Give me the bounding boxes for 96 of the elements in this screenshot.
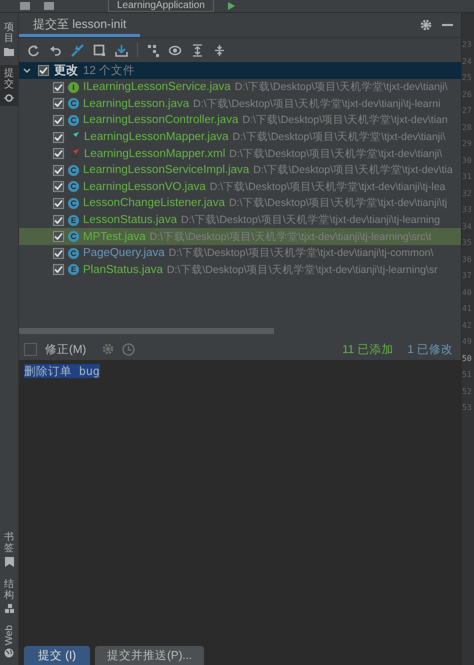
run-config-dropdown[interactable]: LearningApplication <box>108 0 214 12</box>
file-count: 12 个文件 <box>83 64 135 78</box>
expand-all-icon[interactable] <box>191 44 204 56</box>
run-icon[interactable] <box>228 2 235 10</box>
file-path: D:\下载\Desktop\项目\天机学堂\tjxt-dev\tianji\tj-learni <box>193 96 440 111</box>
enum-icon: E <box>68 214 79 226</box>
checkbox[interactable] <box>24 342 37 356</box>
file-row[interactable]: E PlanStatus.java D:\下载\Desktop\项目\天机学堂\tjxt-dev\tianji\tj-learning\sr <box>19 262 461 278</box>
checkbox[interactable] <box>53 98 64 110</box>
file-name[interactable]: PlanStatus.java <box>83 264 163 276</box>
commit-button[interactable]: 提交 (I) <box>24 646 90 665</box>
checkbox[interactable] <box>53 264 64 276</box>
side-tab[interactable]: 结构 <box>0 576 18 616</box>
file-path: D:\下载\Desktop\项目\天机学堂\tjxt-dev\tianji\tj-lea <box>210 180 446 194</box>
file-name[interactable]: LearningLessonController.java <box>83 114 238 126</box>
checkbox[interactable] <box>53 132 64 143</box>
file-path: D:\下载\Desktop\项目\天机学堂\tjxt-dev\tianji\tj-learning\sr <box>166 262 438 277</box>
class-icon: C <box>68 181 79 192</box>
file-name[interactable]: LearningLessonMapper.xml <box>84 148 226 160</box>
interface-icon: I <box>68 82 79 93</box>
square-icon[interactable] <box>93 44 106 56</box>
file-name[interactable]: LessonStatus.java <box>83 214 177 226</box>
class-icon: C <box>68 164 79 176</box>
settings-icon[interactable] <box>420 19 432 31</box>
file-row[interactable]: C MPTest.java D:\下载\Desktop\项目\天机学堂\tjxt-dev\tianji\tj-learning\src\t <box>19 228 461 245</box>
group-label: 更改 <box>54 62 78 79</box>
side-tab[interactable]: 书签 <box>0 528 18 570</box>
file-path: D:\下载\Desktop\项目\天机学堂\tjxt-dev\tianji\ <box>229 146 442 161</box>
class-icon: C <box>68 248 79 259</box>
enum-icon: E <box>68 264 79 276</box>
download-icon[interactable] <box>115 44 128 56</box>
file-row[interactable]: C LearningLesson.java D:\下载\Desktop\项目\天机学堂\tjxt-dev\tianji\tj-learni <box>19 96 461 112</box>
side-tab[interactable]: Web <box>0 622 18 661</box>
scrollbar[interactable] <box>19 328 274 334</box>
file-row[interactable]: C LearningLessonServiceImpl.java D:\下载\Desktop\项目\天机学堂\tjxt-dev\tia <box>19 162 461 179</box>
file-name[interactable]: LearningLessonMapper.java <box>84 131 228 144</box>
class-icon: C <box>68 114 79 126</box>
file-name[interactable]: LearningLessonVO.java <box>83 180 206 193</box>
line-number: 50 <box>462 352 473 364</box>
file-path: D:\下载\Desktop\项目\天机学堂\tjxt-dev\tian <box>242 113 448 128</box>
bird-icon <box>68 131 80 144</box>
file-name[interactable]: LearningLessonServiceImpl.java <box>83 164 250 176</box>
file-row[interactable]: LearningLessonMapper.xml D:\下载\Desktop\项目\天机学堂\tjxt-dev\tianji\ <box>19 145 461 162</box>
checkbox[interactable] <box>53 198 64 209</box>
file-path: D:\下载\Desktop\项目\天机学堂\tjxt-dev\tianji\tj-learning\src\t <box>150 230 432 244</box>
file-path: D:\下载\Desktop\项目\天机学堂\tjxt-dev\tianji\tj-learning <box>180 213 440 228</box>
file-path: D:\下载\Desktop\项目\天机学堂\tjxt-dev\tianji\tj-common\ <box>168 246 434 260</box>
group-row[interactable]: 更改 12 个文件 <box>19 62 461 79</box>
checkbox[interactable] <box>53 148 64 160</box>
side-tab[interactable]: 项目 <box>0 19 18 59</box>
checkbox[interactable] <box>38 65 49 76</box>
expand-chevron-icon[interactable] <box>23 66 31 74</box>
commit-icon <box>4 93 14 103</box>
modified-count: 1 已修改 <box>407 342 453 356</box>
diff-icon[interactable] <box>71 44 84 56</box>
xml-file-icon <box>68 148 80 160</box>
class-icon: C <box>68 198 79 209</box>
panel-tab[interactable]: 提交至 lesson-init <box>19 13 140 37</box>
amend-label[interactable]: 修正(M) <box>45 342 86 356</box>
eye-icon[interactable] <box>169 44 182 56</box>
globe-icon <box>4 648 14 658</box>
file-row[interactable]: LearningLessonMapper.java D:\下载\Desktop\项目\天机学堂\tjxt-dev\tianji\ <box>19 128 461 146</box>
checkbox[interactable] <box>53 214 64 226</box>
file-name[interactable]: LessonChangeListener.java <box>83 197 225 210</box>
bookmark-icon <box>4 556 14 567</box>
file-name[interactable]: MPTest.java <box>83 230 146 243</box>
folder-icon <box>4 47 14 56</box>
structure-icon <box>4 604 14 613</box>
file-name[interactable]: LearningLesson.java <box>83 98 190 110</box>
file-row[interactable]: C PageQuery.java D:\下载\Desktop\项目\天机学堂\tjxt-dev\tianji\tj-common\ <box>19 244 461 262</box>
file-path: D:\下载\Desktop\项目\天机学堂\tjxt-dev\tianji\tj <box>228 196 448 210</box>
file-name[interactable]: PageQuery.java <box>83 247 165 260</box>
checkbox[interactable] <box>53 82 64 93</box>
test-icon: C <box>68 231 79 242</box>
checkbox[interactable] <box>53 114 64 126</box>
file-row[interactable]: C LessonChangeListener.java D:\下载\Desktop\项目\天机学堂\tjxt-dev\tianji\tj <box>19 195 461 212</box>
file-path: D:\下载\Desktop\项目\天机学堂\tjxt-dev\tianji\ <box>234 80 448 94</box>
file-path: D:\下载\Desktop\项目\天机学堂\tjxt-dev\tianji\ <box>232 130 446 144</box>
file-name[interactable]: ILearningLessonService.java <box>83 81 231 94</box>
commit-and-push-button[interactable]: 提交并推送(P)... <box>95 646 204 665</box>
commit-message-field[interactable]: 删除订单 bug <box>19 360 461 639</box>
group-icon[interactable] <box>147 44 160 56</box>
file-row[interactable]: C LearningLessonController.java D:\下载\Desktop\项目\天机学堂\tjxt-dev\tian <box>19 112 461 129</box>
side-tab[interactable]: 提交 <box>0 65 18 106</box>
checkbox[interactable] <box>53 181 64 192</box>
checkbox[interactable] <box>53 248 64 259</box>
class-icon: C <box>68 98 79 110</box>
checkbox[interactable] <box>53 164 64 176</box>
file-path: D:\下载\Desktop\项目\天机学堂\tjxt-dev\tia <box>253 163 453 178</box>
undo-icon[interactable] <box>49 44 62 56</box>
file-row[interactable]: E LessonStatus.java D:\下载\Desktop\项目\天机学堂\tjxt-dev\tianji\tj-learning <box>19 212 461 228</box>
added-count: 11 已添加 <box>342 342 394 356</box>
file-row[interactable]: C LearningLessonVO.java D:\下载\Desktop\项目\天机学堂\tjxt-dev\tianji\tj-lea <box>19 178 461 196</box>
checkbox[interactable] <box>53 231 64 242</box>
file-row[interactable]: I ILearningLessonService.java D:\下载\Desktop\项目\天机学堂\tjxt-dev\tianji\ <box>19 79 461 96</box>
collapse-all-icon[interactable] <box>213 44 226 56</box>
